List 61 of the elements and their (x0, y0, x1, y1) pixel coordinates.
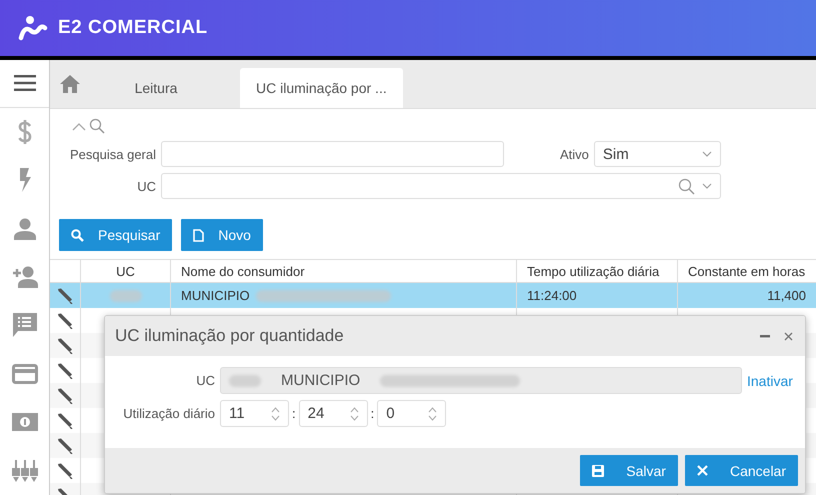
spinner-arrows-icon (350, 406, 359, 422)
chevron-icon (702, 183, 712, 189)
time-separator: : (370, 406, 376, 421)
redacted-block (229, 374, 261, 386)
field-label: Ativo (560, 146, 590, 162)
table-cell: 11,400 (767, 288, 806, 303)
field-value: MUNICIPIO (281, 372, 360, 389)
column-header: Nome do consumidor (171, 260, 517, 282)
number-spinner[interactable]: 0 (377, 400, 446, 427)
credit-card-icon[interactable] (12, 364, 38, 384)
pencil-icon[interactable] (57, 288, 73, 304)
search-icon[interactable] (89, 118, 105, 134)
minimize-icon[interactable] (760, 334, 770, 338)
pencil-icon[interactable] (57, 462, 73, 478)
table-cell: MUNICIPIO (181, 288, 250, 303)
add-person-icon[interactable] (12, 266, 38, 288)
person-icon[interactable] (14, 218, 36, 240)
brand-name: E2 COMERCIAL (58, 17, 208, 39)
spinner-arrows-icon (271, 406, 280, 422)
chevron-icon (702, 151, 712, 157)
field-label: Pesquisa geral (69, 146, 157, 162)
dialog-title: UC iluminação por quantidade (115, 326, 345, 346)
comment-list-icon[interactable] (12, 313, 36, 338)
table-row[interactable]: MUNICIPIO 11:24:00 11,400 (50, 283, 816, 308)
search-icon (678, 178, 695, 194)
number-spinner[interactable]: 11 (220, 400, 289, 427)
close-icon[interactable] (784, 332, 793, 340)
tab[interactable]: Leitura (80, 68, 232, 108)
plugs-icon[interactable] (12, 460, 38, 482)
spinner-arrows-icon (428, 406, 438, 422)
collapse-icon[interactable] (72, 122, 86, 130)
pencil-icon[interactable] (57, 362, 73, 378)
search-field[interactable] (161, 141, 504, 167)
time-separator: : (291, 406, 297, 421)
redacted-block (110, 290, 142, 302)
pencil-icon[interactable] (57, 338, 73, 354)
column-header: Tempo utilização diária (517, 260, 678, 282)
lightning-icon[interactable] (18, 168, 32, 192)
menu-icon[interactable] (14, 75, 36, 92)
field-label: UC (195, 373, 216, 388)
dollar-icon[interactable] (18, 120, 32, 144)
close-icon (696, 465, 708, 476)
pencil-icon[interactable] (57, 412, 73, 428)
uc-combo-field[interactable] (161, 173, 721, 199)
home-icon[interactable] (60, 75, 80, 93)
column-header: UC (81, 260, 171, 282)
number-spinner[interactable]: 24 (298, 400, 368, 427)
logo-icon (18, 15, 48, 41)
banknote-icon[interactable] (12, 413, 38, 432)
pencil-icon[interactable] (57, 312, 73, 328)
table-cell: 11:24:00 (527, 288, 577, 303)
field-label: UC (136, 178, 157, 194)
field-label: Utilização diário (122, 406, 216, 421)
tab[interactable]: UC iluminação por ... (240, 68, 403, 108)
dropdown[interactable]: Sim (594, 141, 721, 167)
save-icon (592, 464, 604, 476)
pencil-icon[interactable] (57, 438, 73, 454)
search-icon (71, 228, 84, 242)
document-icon (193, 228, 204, 242)
column-header: Constante em horas (687, 262, 806, 280)
pencil-icon[interactable] (57, 388, 73, 404)
